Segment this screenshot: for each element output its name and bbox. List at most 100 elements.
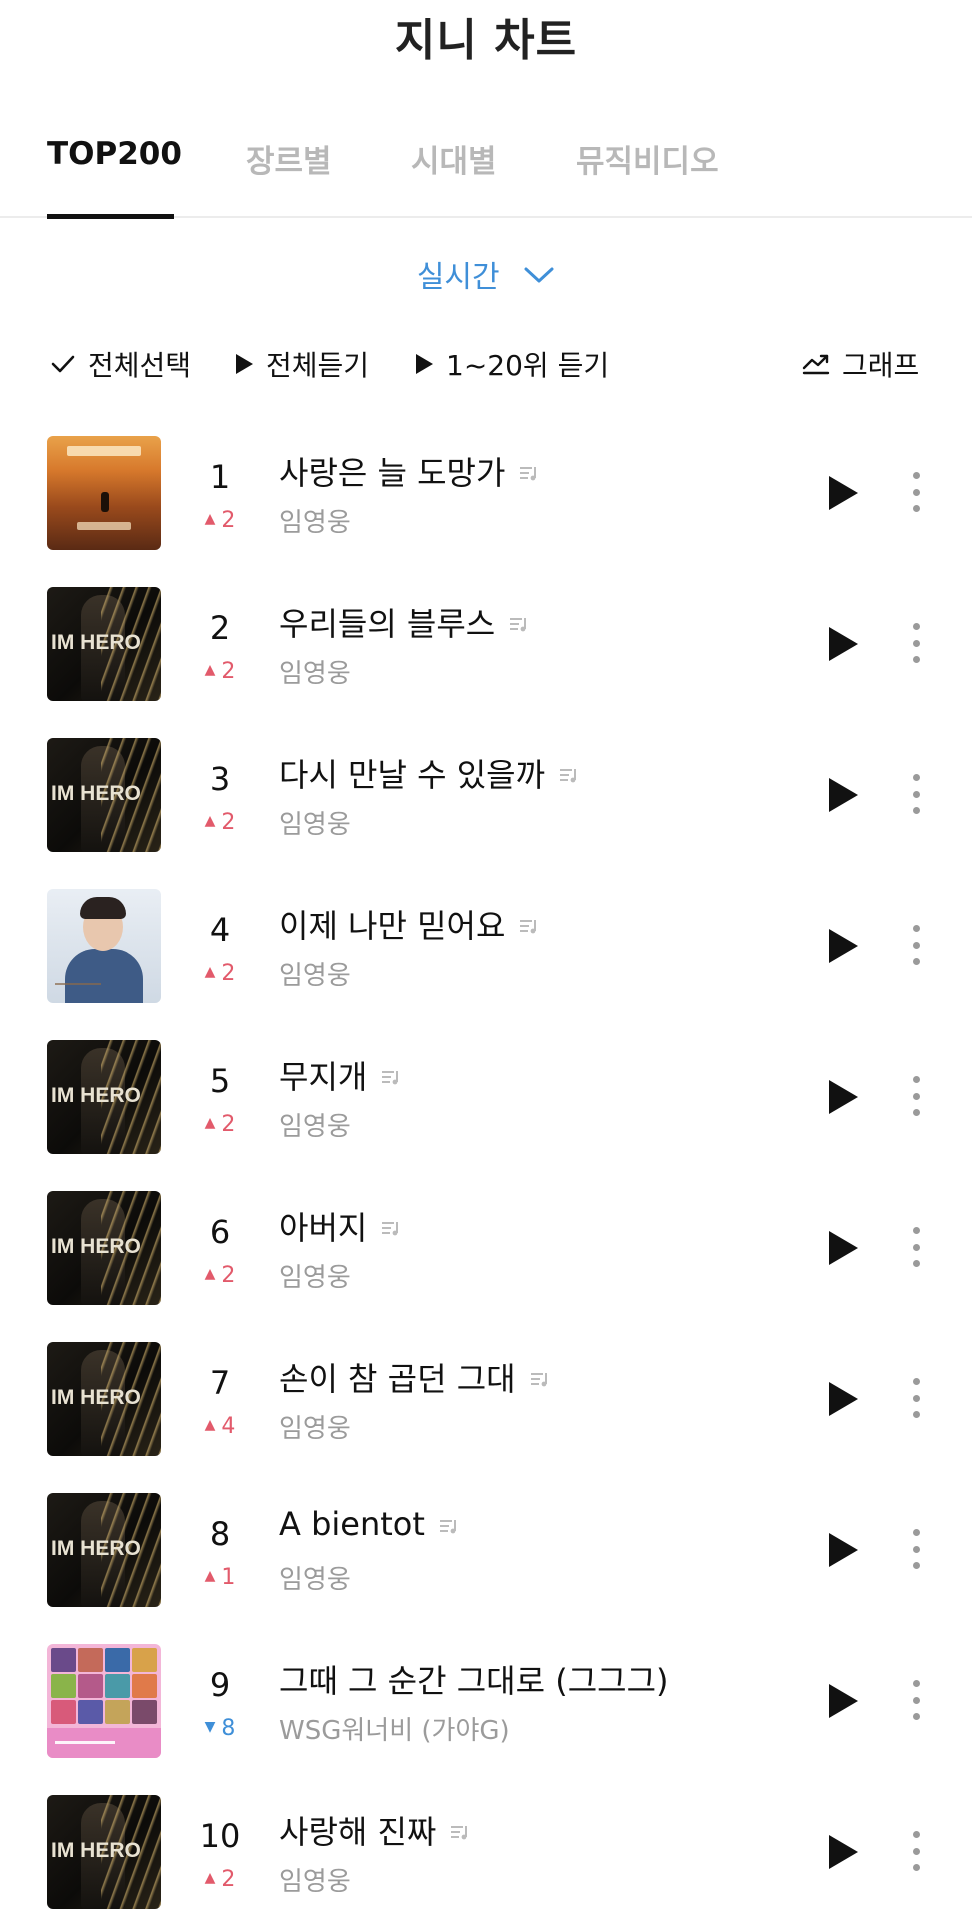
- album-cover[interactable]: IM HERO: [47, 1040, 161, 1154]
- rank-change: ▲ 2: [188, 1263, 252, 1288]
- tab-music-video[interactable]: 뮤직비디오: [576, 136, 719, 181]
- play-button[interactable]: [826, 1229, 860, 1267]
- play-button[interactable]: [826, 1682, 860, 1720]
- play-button[interactable]: [826, 1833, 860, 1871]
- album-art-logo: IM HERO: [51, 1084, 141, 1107]
- song-title[interactable]: 이제 나만 믿어요: [279, 901, 539, 947]
- list-item[interactable]: IM HERO 10 ▲ 2 사랑해 진짜 임영웅: [0, 1789, 972, 1925]
- rank-up-icon: ▲: [204, 813, 216, 829]
- play-button[interactable]: [826, 927, 860, 965]
- trend-graph-icon: [802, 354, 830, 375]
- artist-name[interactable]: 임영웅: [279, 955, 351, 992]
- list-item[interactable]: IM HERO 2 ▲ 2 우리들의 블루스 임영웅: [0, 581, 972, 731]
- album-cover[interactable]: IM HERO: [47, 1342, 161, 1456]
- song-title[interactable]: 사랑은 늘 도망가: [279, 448, 539, 494]
- song-title[interactable]: 우리들의 블루스: [279, 599, 529, 645]
- artist-name[interactable]: 임영웅: [279, 1861, 351, 1898]
- period-selector[interactable]: 실시간: [0, 252, 972, 296]
- select-all-button[interactable]: 전체선택: [50, 344, 191, 384]
- list-item[interactable]: 4 ▲ 2 이제 나만 믿어요 임영웅: [0, 883, 972, 1033]
- album-art-logo: IM HERO: [51, 1386, 141, 1409]
- album-cover[interactable]: IM HERO: [47, 1795, 161, 1909]
- song-title[interactable]: A bientot: [279, 1505, 459, 1543]
- rank-change-value: 1: [221, 1565, 236, 1590]
- song-title-text: 아버지: [279, 1209, 368, 1247]
- artist-name[interactable]: 임영웅: [279, 804, 351, 841]
- play-top20-button[interactable]: 1~20위 듣기: [414, 344, 609, 384]
- more-options-button[interactable]: [904, 468, 928, 516]
- app-header: 지니 차트: [0, 0, 972, 80]
- song-title-text: 무지개: [279, 1058, 368, 1096]
- rank-up-icon: ▲: [204, 1266, 216, 1282]
- rank-up-icon: ▲: [204, 1417, 216, 1433]
- artist-name[interactable]: 임영웅: [279, 1408, 351, 1445]
- song-title[interactable]: 사랑해 진짜: [279, 1807, 470, 1853]
- album-cover[interactable]: IM HERO: [47, 1191, 161, 1305]
- lyrics-icon: [520, 467, 537, 481]
- more-options-button[interactable]: [904, 1676, 928, 1724]
- more-options-button[interactable]: [904, 1374, 928, 1422]
- song-title[interactable]: 손이 참 곱던 그대: [279, 1354, 550, 1400]
- artist-name[interactable]: 임영웅: [279, 1559, 351, 1596]
- rank-up-icon: ▲: [204, 964, 216, 980]
- play-button[interactable]: [826, 776, 860, 814]
- list-item[interactable]: 9 ▼ 8 그때 그 순간 그대로 (그그그) WSG워너비 (가야G): [0, 1638, 972, 1788]
- check-icon: [51, 355, 75, 373]
- song-title[interactable]: 다시 만날 수 있을까: [279, 750, 579, 796]
- artist-name[interactable]: 임영웅: [279, 653, 351, 690]
- artist-name[interactable]: 임영웅: [279, 1257, 351, 1294]
- album-cover[interactable]: IM HERO: [47, 1493, 161, 1607]
- album-cover[interactable]: IM HERO: [47, 587, 161, 701]
- list-item[interactable]: IM HERO 7 ▲ 4 손이 참 곱던 그대 임영웅: [0, 1336, 972, 1486]
- album-cover[interactable]: IM HERO: [47, 738, 161, 852]
- rank-change-value: 4: [221, 1414, 236, 1439]
- artist-name[interactable]: WSG워너비 (가야G): [279, 1710, 510, 1747]
- song-title-text: 손이 참 곱던 그대: [279, 1360, 516, 1398]
- more-options-button[interactable]: [904, 619, 928, 667]
- more-options-button[interactable]: [904, 1827, 928, 1875]
- lyrics-icon: [530, 1373, 547, 1387]
- rank-change-value: 2: [221, 1867, 236, 1892]
- rank-change: ▲ 2: [188, 508, 252, 533]
- list-item[interactable]: IM HERO 5 ▲ 2 무지개 임영웅: [0, 1034, 972, 1184]
- more-options-button[interactable]: [904, 1525, 928, 1573]
- tab-genre[interactable]: 장르별: [246, 136, 332, 181]
- rank-up-icon: ▲: [204, 511, 216, 527]
- artist-name[interactable]: 임영웅: [279, 1106, 351, 1143]
- rank-change: ▲ 2: [188, 1867, 252, 1892]
- chart-tabs: TOP200 장르별 시대별 뮤직비디오: [0, 110, 972, 219]
- list-item[interactable]: IM HERO 3 ▲ 2 다시 만날 수 있을까 임영웅: [0, 732, 972, 882]
- play-icon: [236, 354, 253, 374]
- artist-name[interactable]: 임영웅: [279, 502, 351, 539]
- tab-top200[interactable]: TOP200: [47, 136, 182, 172]
- list-item[interactable]: 1 ▲ 2 사랑은 늘 도망가 임영웅: [0, 430, 972, 580]
- chart-toolbar: 전체선택 전체듣기 1~20위 듣기 그래프: [0, 344, 972, 388]
- play-button[interactable]: [826, 625, 860, 663]
- play-button[interactable]: [826, 1380, 860, 1418]
- song-title[interactable]: 무지개: [279, 1052, 401, 1098]
- play-button[interactable]: [826, 474, 860, 512]
- album-cover[interactable]: [47, 889, 161, 1003]
- more-options-button[interactable]: [904, 770, 928, 818]
- rank-up-icon: ▲: [204, 662, 216, 678]
- more-options-button[interactable]: [904, 1072, 928, 1120]
- song-title-text: 사랑은 늘 도망가: [279, 454, 506, 492]
- more-options-button[interactable]: [904, 921, 928, 969]
- list-item[interactable]: IM HERO 6 ▲ 2 아버지 임영웅: [0, 1185, 972, 1335]
- play-button[interactable]: [826, 1531, 860, 1569]
- lyrics-icon: [560, 769, 577, 783]
- list-item[interactable]: IM HERO 8 ▲ 1 A bientot 임영웅: [0, 1487, 972, 1637]
- song-title[interactable]: 그때 그 순간 그대로 (그그그): [279, 1656, 669, 1702]
- play-button[interactable]: [826, 1078, 860, 1116]
- rank-change-value: 2: [221, 1112, 236, 1137]
- play-all-button[interactable]: 전체듣기: [234, 344, 369, 384]
- song-title-text: 그때 그 순간 그대로 (그그그): [279, 1662, 669, 1700]
- album-cover[interactable]: [47, 436, 161, 550]
- album-cover[interactable]: [47, 1644, 161, 1758]
- graph-button[interactable]: 그래프: [802, 344, 919, 384]
- rank-change: ▼ 8: [188, 1716, 252, 1741]
- tab-era[interactable]: 시대별: [411, 136, 497, 181]
- more-options-button[interactable]: [904, 1223, 928, 1271]
- song-title[interactable]: 아버지: [279, 1203, 401, 1249]
- lyrics-icon: [520, 920, 537, 934]
